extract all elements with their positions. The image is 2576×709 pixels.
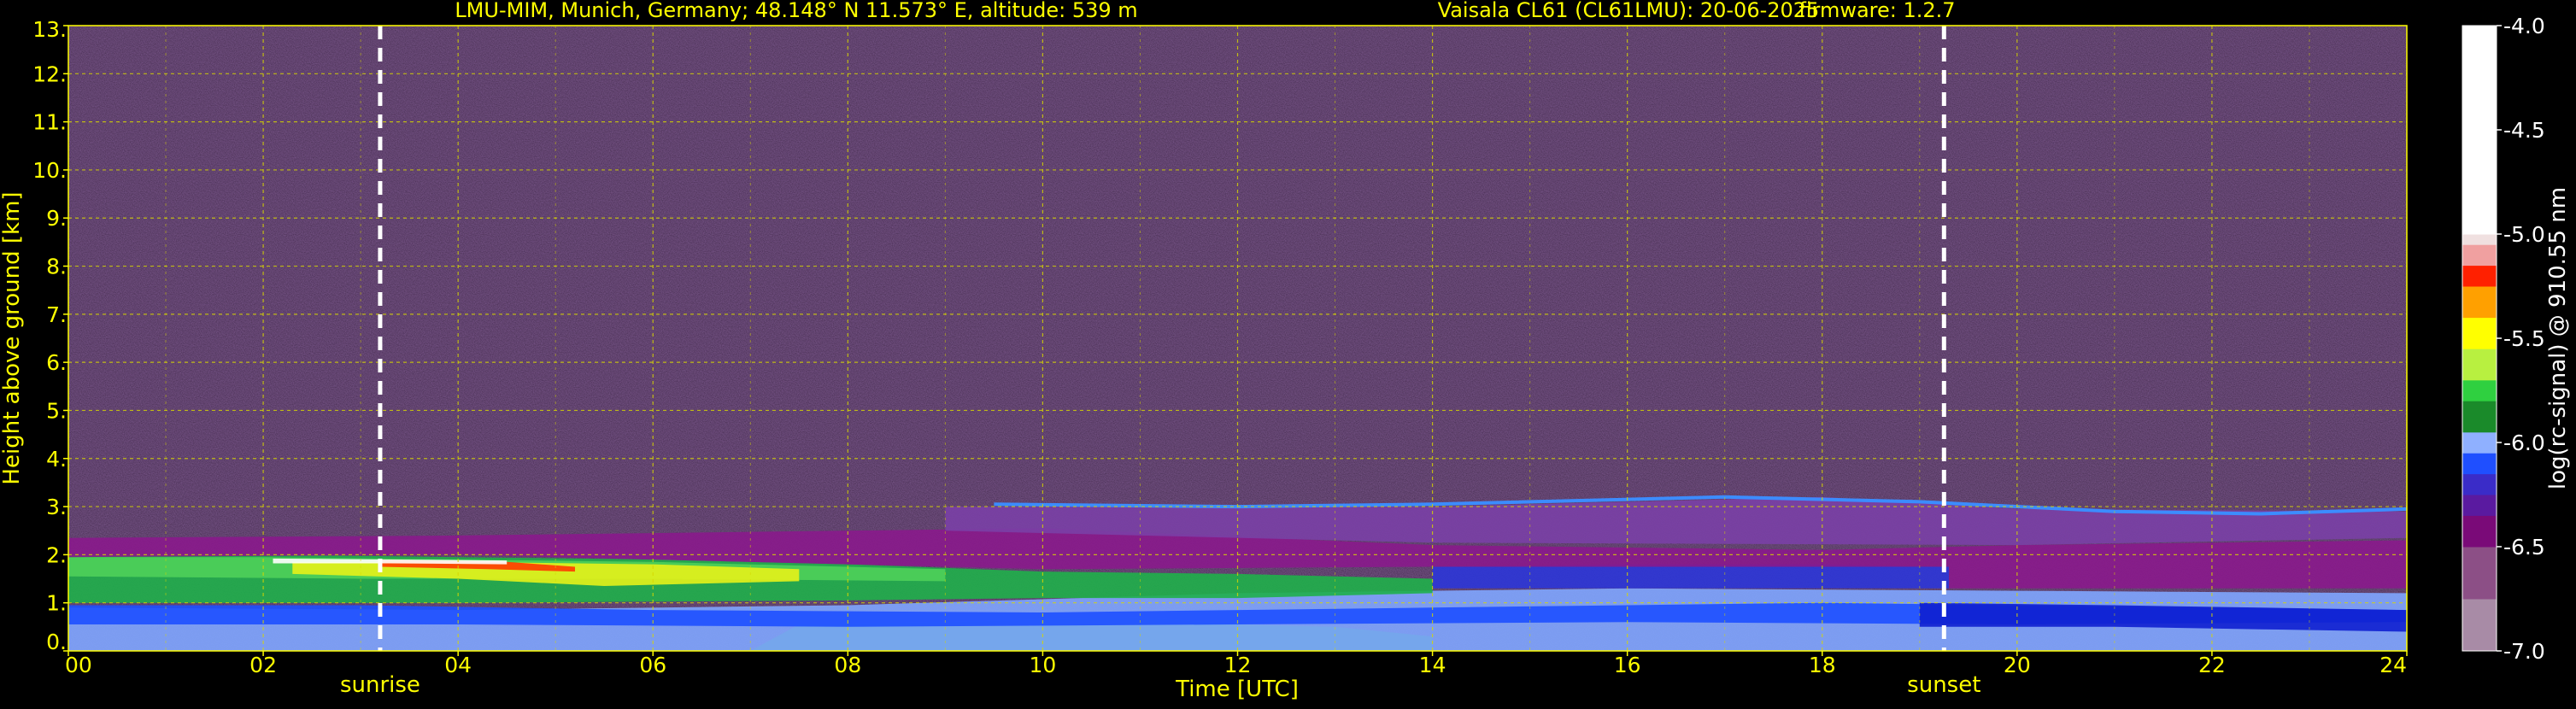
colorbar-segment: [2462, 379, 2497, 401]
colorbar-tick-label: -5.5: [2503, 326, 2545, 351]
colorbar-segment: [2462, 349, 2497, 381]
y-tick-label: 11.: [32, 110, 67, 135]
x-tick-label: 12: [1224, 653, 1252, 677]
colorbar-segment: [2462, 265, 2497, 287]
y-tick-label: 7.: [46, 302, 67, 327]
y-tick-label: 13.: [32, 17, 67, 42]
colorbar-segment: [2462, 495, 2497, 516]
y-tick-label: 2.: [46, 542, 67, 567]
y-axis-label: Height above ground [km]: [0, 191, 25, 484]
colorbar: -7.0 -6.5 -6.0 -5.5 -5.0 -4.5 -4.0 log(rc-sign…: [2462, 14, 2571, 664]
layer-blue-top-14-24: [1432, 564, 1949, 589]
y-tick-label: 5.: [46, 398, 67, 423]
y-tick-label: 1.: [46, 591, 67, 616]
colorbar-segment: [2462, 26, 2497, 235]
marker-label-sunset: sunset: [1907, 672, 1980, 698]
x-tick-label: 16: [1614, 653, 1641, 677]
y-axis-ticks: 0. 1. 2. 3. 4. 5. 6. 7. 8. 9. 10. 11. 12. 13.: [32, 17, 68, 654]
colorbar-tick-label: -4.0: [2503, 14, 2545, 38]
y-tick-label: 9.: [46, 206, 67, 231]
colorbar-segment: [2462, 286, 2497, 319]
x-tick-label: 10: [1030, 653, 1057, 677]
y-tick-label: 6.: [46, 350, 67, 375]
colorbar-segment: [2462, 515, 2497, 548]
x-tick-label: 22: [2198, 653, 2226, 677]
colorbar-segment: [2462, 453, 2497, 475]
colorbar-segment: [2462, 401, 2497, 433]
colorbar-segment: [2462, 234, 2497, 245]
x-tick-label: 14: [1419, 653, 1446, 677]
x-tick-label: 02: [249, 653, 277, 677]
colorbar-segment: [2462, 244, 2497, 267]
x-tick-label: 24: [2379, 653, 2407, 677]
colorbar-tick-label: -5.0: [2503, 222, 2545, 247]
colorbar-segment: [2462, 431, 2497, 454]
ceilometer-figure: LMU-MIM, Munich, Germany; 48.148° N 11.5…: [0, 0, 2576, 706]
y-tick-label: 12.: [32, 62, 67, 86]
plot-area: [68, 26, 2407, 651]
x-tick-label: 18: [1809, 653, 1836, 677]
colorbar-tick-label: -4.5: [2503, 118, 2545, 143]
title-firmware: firmware: 1.2.7: [1799, 0, 1955, 22]
colorbar-segment: [2462, 599, 2497, 652]
colorbar-segment: [2462, 317, 2497, 349]
y-tick-label: 10.: [32, 158, 67, 183]
ceilometer-plot: LMU-MIM, Munich, Germany; 48.148° N 11.5…: [0, 0, 2571, 702]
colorbar-tick-label: -6.5: [2503, 535, 2545, 560]
x-tick-label: 04: [444, 653, 472, 677]
x-tick-label: 20: [2004, 653, 2031, 677]
y-tick-label: 0.: [46, 630, 67, 654]
title-station: LMU-MIM, Munich, Germany; 48.148° N 11.5…: [455, 0, 1137, 22]
title-block: LMU-MIM, Munich, Germany; 48.148° N 11.5…: [455, 0, 1955, 22]
colorbar-segment: [2462, 473, 2497, 495]
y-tick-label: 3.: [46, 495, 67, 519]
y-tick-label: 4.: [46, 447, 67, 472]
title-instrument: Vaisala CL61 (CL61LMU): 20-06-2025: [1438, 0, 1820, 22]
x-axis-label: Time [UTC]: [1175, 677, 1299, 702]
y-tick-label: 8.: [46, 255, 67, 279]
x-tick-label: 08: [834, 653, 861, 677]
x-tick-label: 00: [65, 653, 92, 677]
colorbar-ticks: -7.0 -6.5 -6.0 -5.5 -5.0 -4.5 -4.0: [2497, 14, 2545, 664]
colorbar-tick-label: -6.0: [2503, 431, 2545, 455]
marker-label-sunrise: sunrise: [340, 672, 420, 698]
colorbar-label: log(rc-signal) @ 910.55 nm: [2545, 187, 2571, 489]
x-tick-label: 06: [639, 653, 666, 677]
colorbar-segment: [2462, 547, 2497, 600]
colorbar-fill: [2462, 26, 2497, 652]
colorbar-tick-label: -7.0: [2503, 639, 2545, 664]
